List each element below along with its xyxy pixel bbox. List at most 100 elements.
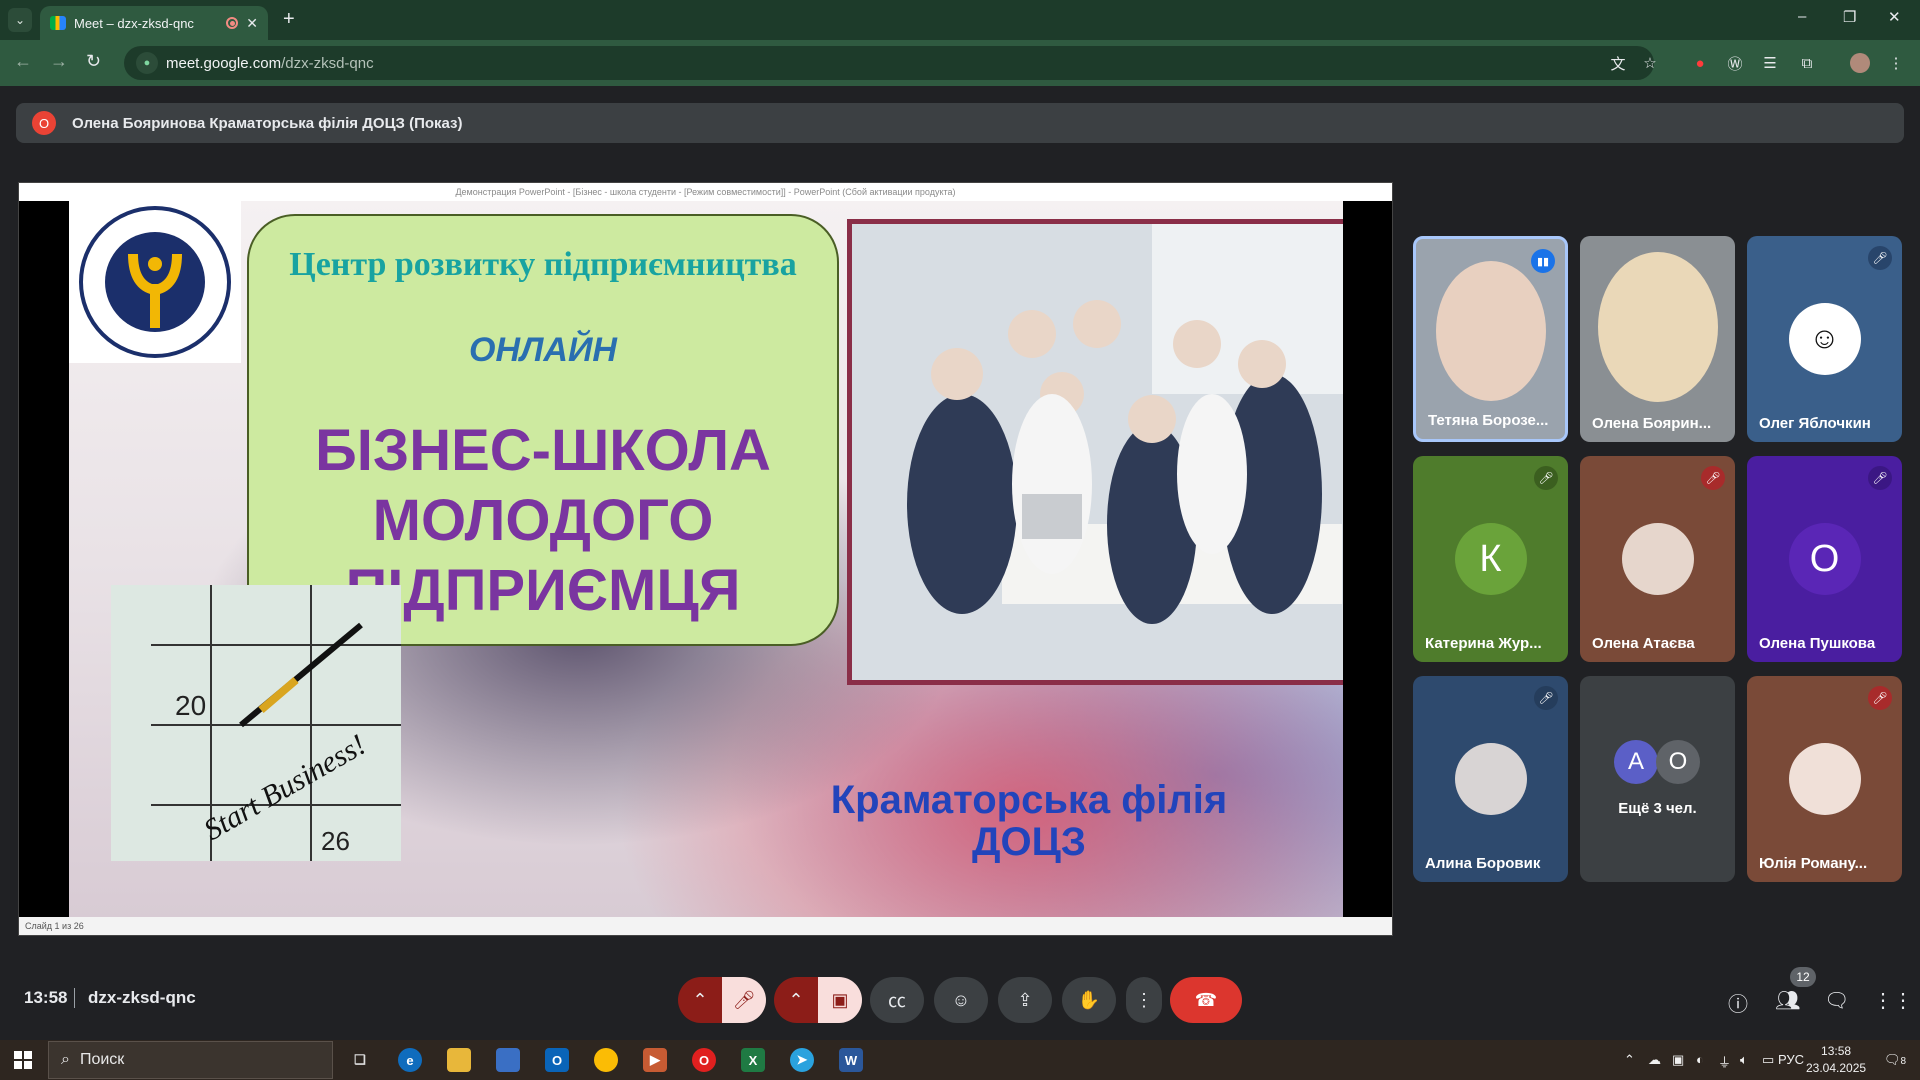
chrome-menu-icon[interactable]: ⋮: [1886, 53, 1906, 73]
mic-off-icon: 🎤︎: [1534, 466, 1558, 490]
store-icon[interactable]: [496, 1048, 520, 1072]
powerpoint-status-bar: Слайд 1 из 26: [19, 917, 1392, 935]
participant-tile[interactable]: Олена Боярин...: [1580, 236, 1735, 442]
chat-icon[interactable]: 🗨︎: [1824, 988, 1849, 1013]
start-business-image: 20 26 Start Business!: [111, 585, 401, 861]
mic-off-button[interactable]: 🎤︎: [722, 977, 766, 1023]
participant-tile[interactable]: 🎤︎ Юлія Роману...: [1747, 676, 1902, 882]
participant-avatar: [1788, 743, 1861, 815]
excel-icon[interactable]: X: [741, 1048, 765, 1072]
extensions-puzzle-icon[interactable]: ⧉: [1797, 53, 1817, 73]
participant-name: Катерина Жур...: [1425, 635, 1542, 652]
reload-icon[interactable]: ↻: [86, 51, 101, 72]
more-participants-tile[interactable]: А О Ещё 3 чел.: [1580, 676, 1735, 882]
window-close-button[interactable]: ✕: [1888, 8, 1901, 26]
participant-name: Тетяна Борозе...: [1428, 412, 1549, 429]
weather-icon[interactable]: ◐: [1696, 1052, 1704, 1067]
participant-name: Олена Атаєва: [1592, 635, 1695, 652]
show-hidden-icons[interactable]: ⌃: [1624, 1052, 1635, 1068]
people-icon[interactable]: 👥︎: [1775, 988, 1800, 1013]
telegram-icon[interactable]: ➤: [790, 1048, 814, 1072]
more-options-button[interactable]: ⋮: [1126, 977, 1162, 1023]
participant-avatar: К: [1454, 523, 1527, 595]
tab-title: Meet – dzx-zksd-qnc: [74, 15, 194, 31]
separator: [74, 988, 75, 1008]
audio-options-button[interactable]: ⌃: [678, 977, 722, 1023]
students-photo: [847, 219, 1343, 685]
participant-name: Олег Яблочкин: [1759, 415, 1871, 432]
tab-search-dropdown[interactable]: ⌄: [8, 8, 32, 32]
extension-red-icon[interactable]: ●: [1690, 53, 1710, 73]
speaking-icon: ▮▮: [1531, 249, 1555, 273]
more-participants-label: Ещё 3 чел.: [1618, 800, 1697, 817]
taskbar-search[interactable]: ⌕ Поиск: [48, 1041, 333, 1079]
chrome-icon[interactable]: [594, 1048, 618, 1072]
camera-off-button[interactable]: ▣: [818, 977, 862, 1023]
meeting-code: dzx-zksd-qnc: [88, 988, 196, 1007]
activities-icon[interactable]: ⋮⋮: [1873, 988, 1913, 1013]
captions-button[interactable]: ㏄: [870, 977, 924, 1023]
employment-service-logo: [69, 201, 241, 363]
volume-icon[interactable]: 🔈︎: [1740, 1052, 1748, 1068]
browser-tab[interactable]: Meet – dzx-zksd-qnc ✕: [40, 6, 268, 40]
task-view-icon[interactable]: ❏: [348, 1048, 372, 1072]
participant-tile[interactable]: О 🎤︎ Олена Пушкова: [1747, 456, 1902, 662]
taskbar-clock[interactable]: 13:58 23.04.2025: [1806, 1043, 1866, 1077]
network-icon[interactable]: ▭: [1762, 1052, 1774, 1068]
window-restore-button[interactable]: ❐: [1843, 8, 1856, 26]
participant-tile[interactable]: ☺ 🎤︎ Олег Яблочкин: [1747, 236, 1902, 442]
address-bar[interactable]: ● meet.google.com /dzx-zksd-qnc: [124, 46, 1654, 80]
presenting-banner: О Олена Бояринова Краматорська філія ДОЦ…: [16, 103, 1904, 143]
extension-w-icon[interactable]: Ⓦ: [1725, 53, 1745, 73]
presenter-avatar: О: [32, 111, 56, 135]
microphone-in-use-icon[interactable]: ●: [136, 52, 158, 74]
forward-icon[interactable]: →: [50, 51, 68, 72]
window-minimize-button[interactable]: –: [1798, 8, 1806, 25]
profile-avatar[interactable]: [1850, 53, 1870, 73]
opera-icon[interactable]: O: [692, 1048, 716, 1072]
participant-avatar: ☺: [1788, 303, 1861, 375]
usb-icon[interactable]: ⏚: [1718, 1052, 1731, 1071]
participant-name: Юлія Роману...: [1759, 855, 1868, 872]
presenter-label: Олена Бояринова Краматорська філія ДОЦЗ …: [72, 114, 463, 132]
browser-toolbar: ← → ↻ ● meet.google.com /dzx-zksd-qnc 文 …: [0, 40, 1920, 86]
tab-close-icon[interactable]: ✕: [246, 15, 258, 32]
translate-icon[interactable]: 文: [1608, 53, 1628, 73]
raise-hand-button[interactable]: ✋: [1062, 977, 1116, 1023]
participant-avatar: [1454, 743, 1527, 815]
participant-avatar: А: [1614, 740, 1658, 784]
present-button[interactable]: ⇪: [998, 977, 1052, 1023]
leave-call-button[interactable]: ☎: [1170, 977, 1242, 1023]
participant-tile[interactable]: К 🎤︎ Катерина Жур...: [1413, 456, 1568, 662]
meeting-info-icon[interactable]: ⓘ: [1728, 988, 1748, 1017]
participant-video: [1435, 261, 1546, 401]
participant-tile[interactable]: ▮▮ Тетяна Борозе...: [1413, 236, 1568, 442]
windows-start-icon[interactable]: [14, 1051, 32, 1069]
back-icon[interactable]: ←: [14, 51, 32, 72]
video-options-button[interactable]: ⌃: [774, 977, 818, 1023]
edge-icon[interactable]: e: [398, 1048, 422, 1072]
bookmark-star-icon[interactable]: ☆: [1640, 53, 1660, 73]
recording-indicator-icon: [226, 17, 239, 29]
word-icon[interactable]: W: [839, 1048, 863, 1072]
branch-name: Краматорська філія ДОЦЗ: [830, 778, 1228, 864]
outlook-icon[interactable]: O: [545, 1048, 569, 1072]
participant-tile[interactable]: 🎤︎ Олена Атаєва: [1580, 456, 1735, 662]
onedrive-icon[interactable]: ☁: [1648, 1052, 1661, 1068]
new-tab-button[interactable]: +: [283, 8, 295, 31]
reactions-button[interactable]: ☺: [934, 977, 988, 1023]
extension-stack-icon[interactable]: ☰: [1760, 53, 1780, 73]
participant-avatar: [1621, 523, 1694, 595]
notifications-icon[interactable]: 🗨︎8: [1884, 1052, 1906, 1068]
media-player-icon[interactable]: ▶: [643, 1048, 667, 1072]
participant-tile[interactable]: 🎤︎ Алина Боровик: [1413, 676, 1568, 882]
meeting-time: 13:58: [24, 988, 68, 1007]
slide-heading: Центр розвитку підприємництва: [289, 246, 797, 283]
mic-off-icon: 🎤︎: [1868, 686, 1892, 710]
tray-app-icon[interactable]: ▣: [1672, 1052, 1684, 1068]
file-explorer-icon[interactable]: [447, 1048, 471, 1072]
windows-taskbar: ⌕ Поиск ❏ e O ▶ O X ➤ W ⌃ ☁ ▣ ◐ ⏚ 🔈︎ ▭ Р…: [0, 1040, 1920, 1080]
language-indicator[interactable]: РУС: [1778, 1052, 1804, 1067]
title-panel: Центр розвитку підприємництва ОНЛАЙН БІЗ…: [247, 214, 839, 646]
participants-count-badge: 12: [1790, 967, 1816, 987]
